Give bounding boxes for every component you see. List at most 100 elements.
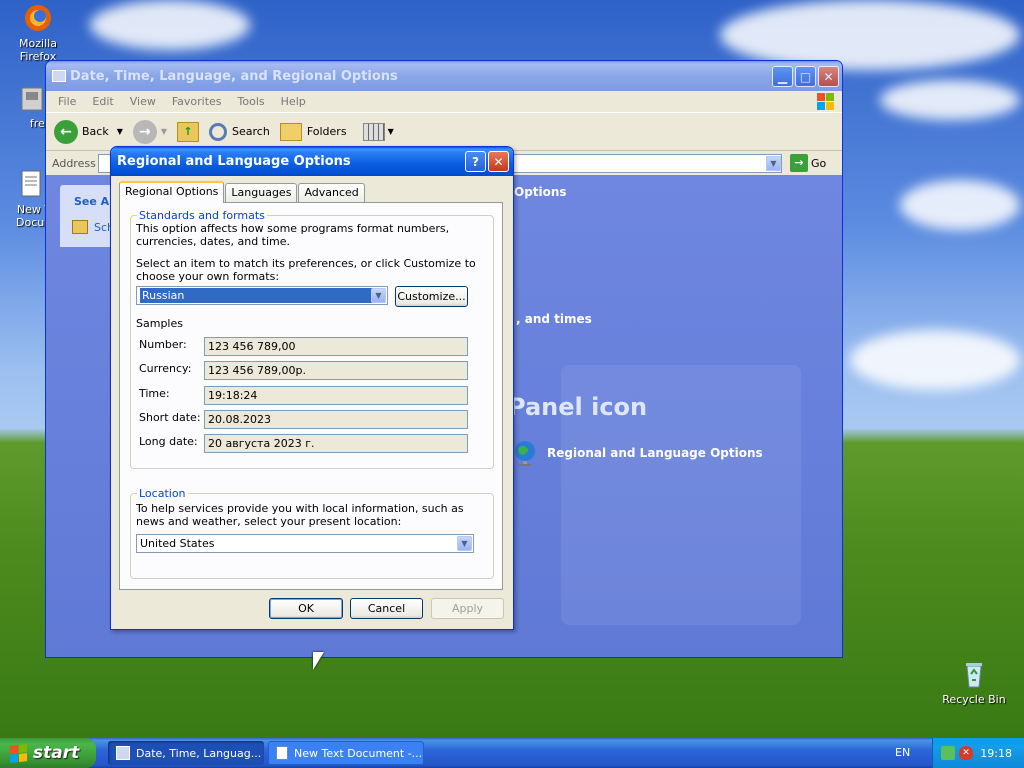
maximize-icon: □ (799, 69, 812, 84)
folders-button[interactable]: Folders (279, 122, 347, 141)
recycle-bin-icon (958, 658, 990, 690)
address-dropdown-button[interactable]: ▼ (766, 156, 781, 171)
folders-label: Folders (306, 125, 347, 138)
network-icon[interactable] (941, 746, 955, 760)
chevron-down-icon: ▼ (116, 127, 123, 136)
chevron-down-icon: ▼ (770, 159, 777, 168)
taskbar: start Date, Time, Languag... New Text Do… (0, 738, 1024, 768)
close-button[interactable]: ✕ (818, 66, 839, 87)
go-button[interactable]: → Go (790, 154, 826, 172)
explorer-titlebar[interactable]: Date, Time, Language, and Regional Optio… (46, 61, 842, 91)
folders-icon (279, 122, 302, 141)
firefox-icon (22, 2, 54, 34)
location-select[interactable]: United States ▼ (136, 534, 474, 553)
explorer-window-icon (52, 70, 66, 82)
clock: 19:18 (980, 746, 1012, 760)
menu-file[interactable]: File (50, 95, 84, 108)
minimize-button[interactable]: ▁ (772, 66, 793, 87)
help-button[interactable]: ? (465, 151, 486, 172)
sample-number-label: Number: (139, 338, 187, 351)
explorer-menubar: File Edit View Favorites Tools Help (46, 91, 842, 113)
up-folder-button[interactable]: ↑ (177, 121, 200, 142)
security-shield-icon[interactable]: ✕ (959, 746, 973, 760)
desktop: Mozilla Firefox freev New T Docum Recycl… (0, 0, 1024, 738)
forward-button[interactable]: → ▼ (132, 119, 167, 144)
go-arrow-icon: → (790, 154, 808, 172)
cloud (850, 330, 1020, 390)
sample-currency-label: Currency: (139, 362, 192, 375)
taskbar-item-date-time[interactable]: Date, Time, Languag... (108, 741, 264, 765)
cancel-button[interactable]: Cancel (350, 598, 423, 619)
regional-language-link-label: Regional and Language Options (547, 446, 763, 460)
sample-time-value: 19:18:24 (204, 386, 468, 405)
taskbar-item-label: New Text Document -... (294, 746, 423, 760)
views-button[interactable]: ▼ (362, 122, 394, 141)
start-label: start (33, 743, 80, 763)
sample-currency-value: 123 456 789,00р. (204, 361, 468, 380)
cloud (900, 180, 1020, 230)
times-text: , and times (516, 312, 592, 326)
back-label: Back (82, 125, 109, 138)
text-document-icon (14, 168, 46, 200)
minimize-icon: ▁ (777, 69, 788, 84)
tab-regional-options[interactable]: Regional Options (119, 181, 225, 203)
dialog-close-button[interactable]: ✕ (488, 151, 509, 172)
search-label: Search (232, 125, 270, 138)
back-arrow-icon: ← (54, 119, 78, 144)
tab-languages[interactable]: Languages (225, 183, 298, 203)
sample-short-date-label: Short date: (139, 411, 201, 424)
maximize-button[interactable]: □ (795, 66, 816, 87)
chevron-down-icon: ▼ (387, 127, 394, 136)
language-indicator[interactable]: EN (895, 746, 910, 759)
customize-button[interactable]: Customize... (395, 286, 468, 307)
samples-label: Samples (136, 317, 183, 330)
sample-long-date-value: 20 августа 2023 г. (204, 434, 468, 453)
back-button[interactable]: ← Back ▼ (54, 119, 123, 144)
menu-edit[interactable]: Edit (84, 95, 121, 108)
desktop-icon-firefox[interactable]: Mozilla Firefox (0, 2, 76, 63)
location-legend: Location (139, 487, 186, 500)
close-icon: ✕ (493, 154, 504, 169)
sample-long-date-label: Long date: (139, 435, 198, 448)
format-select[interactable]: Russian ▼ (136, 286, 388, 305)
taskbar-item-label: Date, Time, Languag... (136, 746, 262, 760)
dialog-title: Regional and Language Options (117, 154, 351, 169)
menu-view[interactable]: View (122, 95, 164, 108)
search-icon (209, 122, 228, 141)
windows-logo-icon (817, 93, 834, 110)
mouse-cursor-icon (313, 652, 324, 670)
up-folder-icon: ↑ (177, 121, 200, 142)
views-icon (362, 122, 385, 141)
start-button[interactable]: start (0, 738, 96, 768)
dialog-tabs: Regional Options Languages Advanced (119, 181, 366, 203)
ok-button[interactable]: OK (269, 598, 343, 619)
sample-number-value: 123 456 789,00 (204, 337, 468, 356)
regional-language-dialog[interactable]: Regional and Language Options ? ✕ Region… (110, 146, 514, 630)
regional-options-panel: Standards and formats This option affect… (119, 202, 503, 590)
windows-flag-icon (10, 743, 27, 763)
menu-tools[interactable]: Tools (230, 95, 273, 108)
location-select-value: United States (140, 537, 215, 550)
menu-favorites[interactable]: Favorites (164, 95, 230, 108)
menu-help[interactable]: Help (273, 95, 314, 108)
apply-button[interactable]: Apply (431, 598, 504, 619)
desktop-icon-label: Recycle Bin (942, 693, 1006, 706)
standards-instructions: Select an item to match its preferences,… (136, 257, 476, 283)
standards-legend: Standards and formats (139, 209, 265, 222)
forward-arrow-icon: → (132, 119, 157, 144)
dialog-titlebar[interactable]: Regional and Language Options ? ✕ (111, 147, 513, 176)
program-icon (16, 82, 48, 114)
chevron-down-icon[interactable]: ▼ (457, 536, 472, 551)
tab-advanced[interactable]: Advanced (298, 183, 365, 203)
search-button[interactable]: Search (209, 122, 270, 141)
desktop-icon-recycle-bin[interactable]: Recycle Bin (936, 658, 1012, 706)
help-icon: ? (472, 154, 479, 169)
notepad-icon (276, 746, 288, 760)
taskbar-item-new-text-document[interactable]: New Text Document -... (268, 741, 424, 765)
sample-time-label: Time: (139, 387, 170, 400)
format-select-value: Russian (140, 288, 385, 303)
chevron-down-icon[interactable]: ▼ (371, 288, 386, 303)
globe-icon (512, 439, 538, 467)
regional-language-link[interactable]: Regional and Language Options (512, 439, 763, 467)
system-tray: ✕ 19:18 (932, 738, 1024, 768)
